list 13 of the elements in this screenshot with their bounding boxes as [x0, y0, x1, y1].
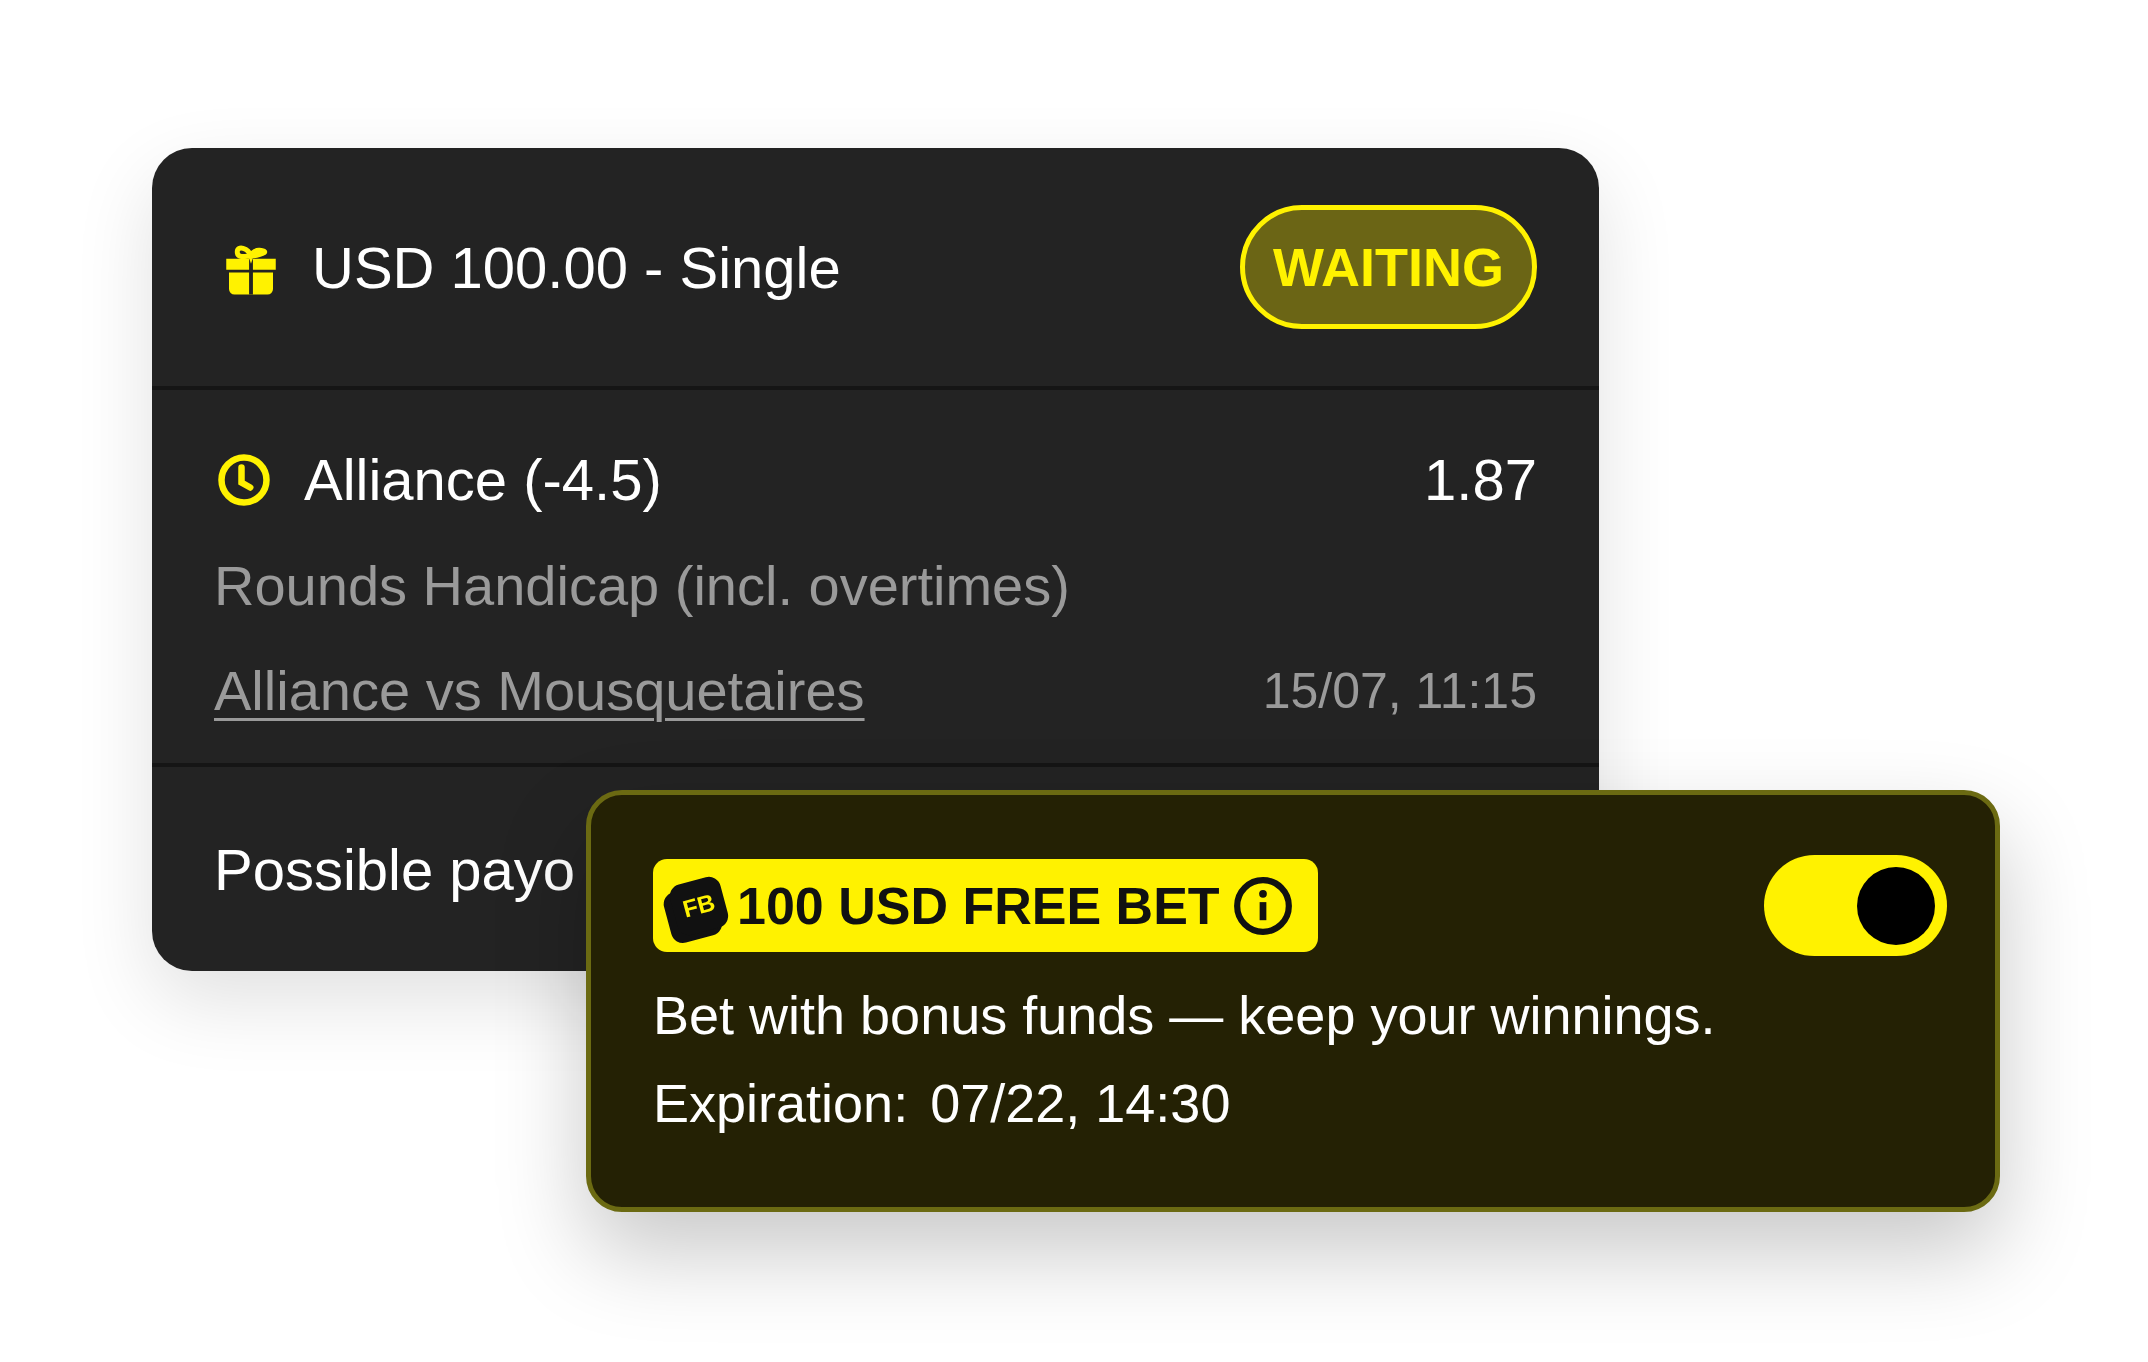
expiration-value: 07/22, 14:30	[930, 1072, 1231, 1134]
market-name: Rounds Handicap (incl. overtimes)	[214, 553, 1071, 618]
free-bet-title: 100 USD FREE BET	[737, 875, 1220, 936]
bet-title: USD 100.00 - Single	[312, 233, 842, 301]
odds: 1.87	[1424, 446, 1537, 513]
selection-name: Alliance (-4.5)	[304, 446, 663, 513]
free-bet-description: Bet with bonus funds — keep your winnings.	[653, 984, 1717, 1046]
expiration-label: Expiration:	[653, 1072, 909, 1134]
event-link[interactable]: Alliance vs Mousquetaires	[214, 658, 1263, 723]
payout-label: Possible payo	[214, 835, 576, 903]
status-badge: WAITING	[1240, 205, 1537, 329]
info-icon[interactable]	[1231, 874, 1294, 937]
event-datetime: 15/07, 11:15	[1262, 661, 1537, 720]
